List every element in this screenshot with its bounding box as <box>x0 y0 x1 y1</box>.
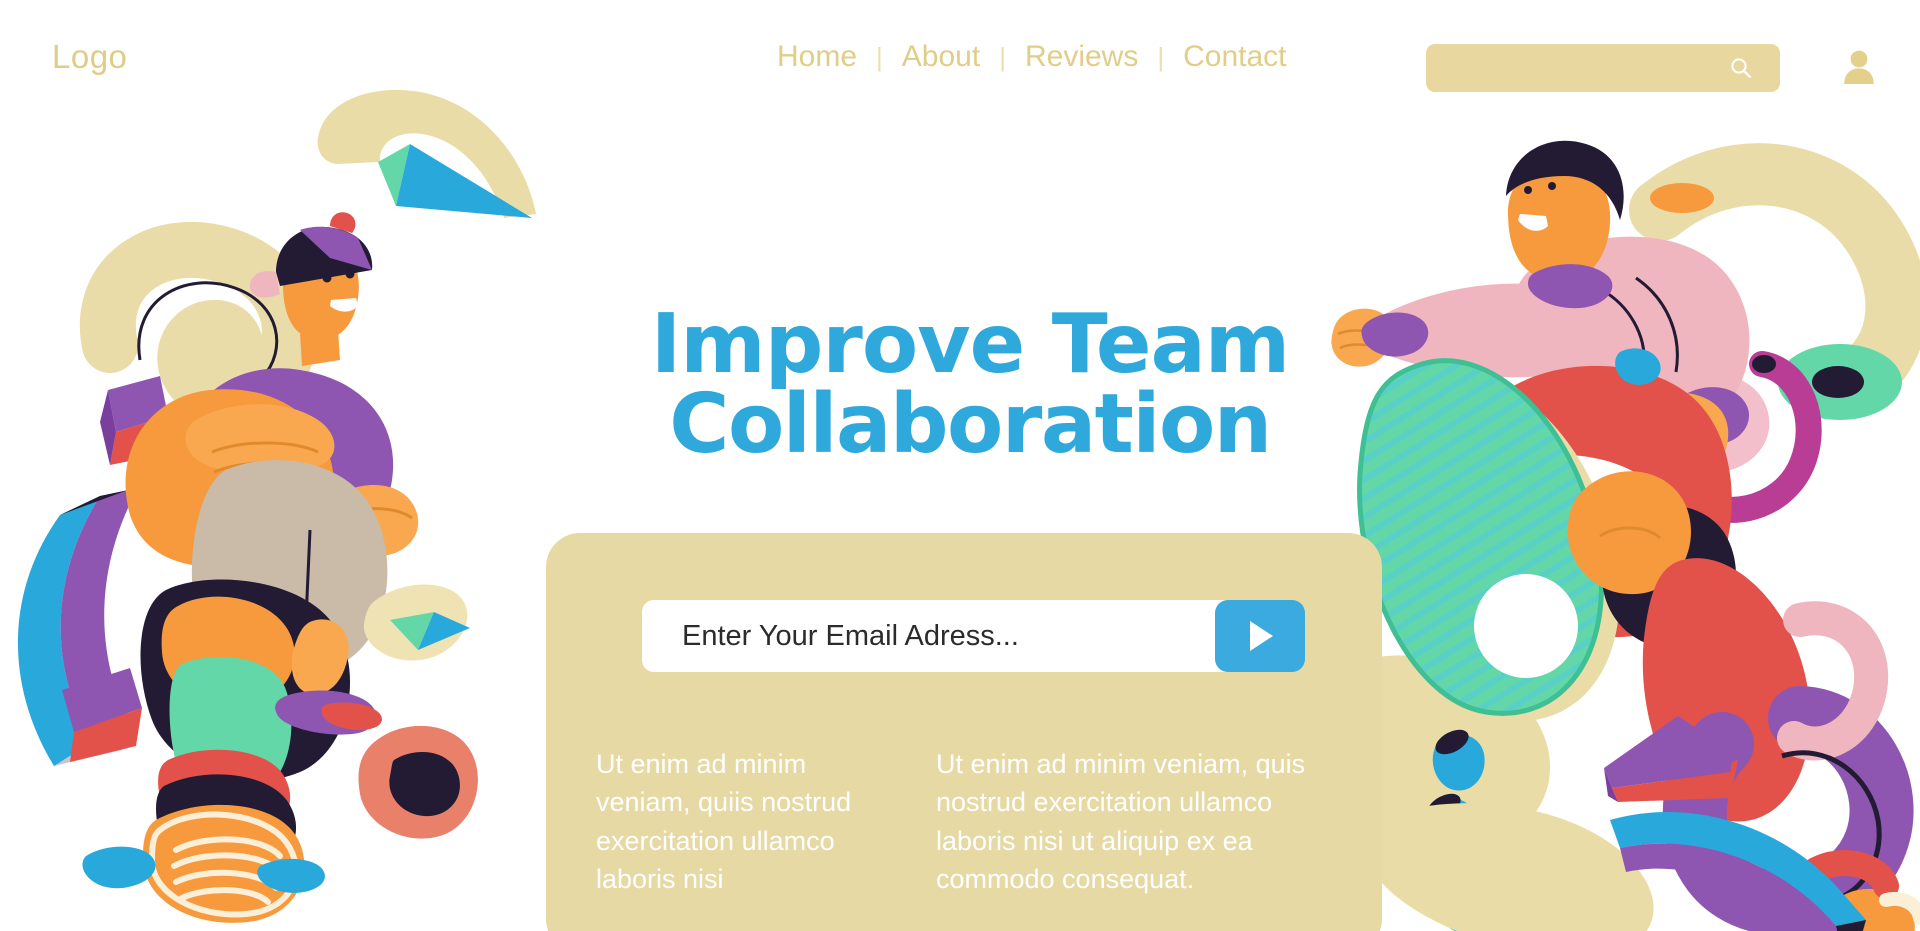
email-input[interactable] <box>642 600 1292 672</box>
nav-item-about[interactable]: About <box>885 40 997 74</box>
landing-page: Logo Home | About | Reviews | Contact Im… <box>0 0 1920 931</box>
description-column-2: Ut enim ad minim veniam, quis nostrud ex… <box>936 749 1306 894</box>
search-bar[interactable] <box>1426 44 1780 92</box>
page-title: Improve Team Collaboration <box>640 303 1300 473</box>
nav-item-home[interactable]: Home <box>760 40 874 74</box>
nav-separator: | <box>999 41 1006 72</box>
nav-item-reviews[interactable]: Reviews <box>1008 40 1155 74</box>
site-header: Logo Home | About | Reviews | Contact <box>0 0 1920 105</box>
bottom-right-decor <box>1590 690 1920 931</box>
nav-item-contact[interactable]: Contact <box>1166 40 1303 74</box>
nav-separator: | <box>876 41 883 72</box>
signup-card: Ut enim ad minim veniam, quiis nostrud e… <box>546 533 1382 931</box>
nav-separator: | <box>1157 41 1165 72</box>
play-triangle-icon <box>1243 618 1277 654</box>
submit-button[interactable] <box>1215 600 1305 672</box>
logo[interactable]: Logo <box>52 38 127 76</box>
main-navigation: Home | About | Reviews | Contact <box>760 40 1304 74</box>
description-column-1: Ut enim ad minim veniam, quiis nostrud e… <box>596 749 852 894</box>
description-columns: Ut enim ad minim veniam, quiis nostrud e… <box>596 718 1356 925</box>
email-signup-row <box>642 600 1305 672</box>
user-icon[interactable] <box>1842 48 1876 86</box>
search-icon[interactable] <box>1730 57 1752 79</box>
page-title-line-2: Collaboration <box>669 377 1272 473</box>
